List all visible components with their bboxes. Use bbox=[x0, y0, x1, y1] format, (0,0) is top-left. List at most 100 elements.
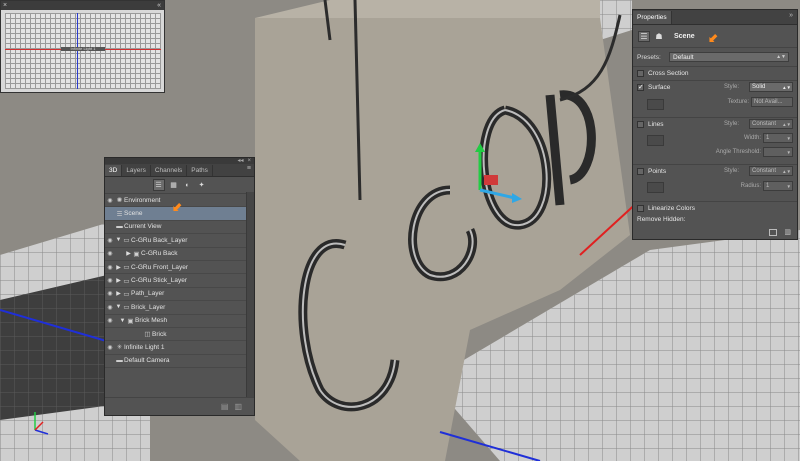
list-item[interactable]: ◉ ▶ ▭ C-GRu Front_Layer bbox=[105, 261, 254, 275]
points-checkbox[interactable] bbox=[637, 168, 644, 175]
list-item[interactable]: ◉ ▼ ▭ Brick_Layer bbox=[105, 301, 254, 315]
list-item[interactable]: ◉ ▼ ▭ C-GRu Back_Layer bbox=[105, 234, 254, 248]
tab-paths[interactable]: Paths bbox=[187, 165, 213, 176]
mesh-icon: ▣ bbox=[127, 317, 134, 325]
surface-color-swatch[interactable] bbox=[647, 99, 664, 110]
list-item[interactable]: ▬ Default Camera bbox=[105, 355, 254, 369]
collapse-triangle-icon[interactable]: ▶ bbox=[115, 264, 122, 271]
camera-icon: ▬ bbox=[116, 357, 123, 365]
presets-select[interactable]: Default ▲▼ bbox=[669, 52, 789, 62]
tab-layers[interactable]: Layers bbox=[122, 165, 151, 176]
visibility-eye-icon[interactable]: ◉ bbox=[105, 304, 115, 311]
visibility-eye-icon[interactable]: ◉ bbox=[105, 250, 115, 257]
collapse-triangle-icon[interactable]: ▶ bbox=[115, 277, 122, 284]
list-item[interactable]: ◉ ▶ ▭ Path_Layer bbox=[105, 288, 254, 302]
panel-tabs: 3D Layers Channels Paths ≡ bbox=[105, 164, 254, 177]
points-color-swatch[interactable] bbox=[647, 182, 664, 193]
3d-panel: ◂◂ × 3D Layers Channels Paths ≡ ☰ ▦ ◐ ✦ … bbox=[104, 157, 255, 416]
tab-3d[interactable]: 3D bbox=[105, 165, 123, 176]
navigator-panel[interactable]: × « Infinite Light 1 bbox=[0, 0, 165, 93]
visibility-eye-icon[interactable]: ◉ bbox=[105, 264, 115, 271]
radius-field[interactable]: 1 ▼ bbox=[763, 181, 793, 191]
chevron-down-icon: ▼ bbox=[786, 183, 791, 189]
mesh-filter-icon[interactable]: ▦ bbox=[169, 180, 179, 190]
environment-icon[interactable]: ☗ bbox=[654, 32, 664, 41]
light-filter-icon[interactable]: ✦ bbox=[197, 180, 207, 190]
lines-checkbox[interactable] bbox=[637, 121, 644, 128]
visibility-eye-icon[interactable]: ◉ bbox=[105, 197, 115, 204]
list-item[interactable]: ◉ ▼ ▣ Brick Mesh bbox=[105, 315, 254, 328]
linearize-checkbox[interactable] bbox=[637, 205, 644, 212]
add-icon[interactable]: ▤ bbox=[221, 402, 229, 411]
layer-label: C-GRu Back_Layer bbox=[131, 236, 188, 244]
collapse-triangle-icon[interactable]: ▶ bbox=[115, 290, 122, 297]
layer-label: Current View bbox=[124, 223, 162, 231]
scene-icon[interactable]: ☰ bbox=[638, 30, 650, 42]
scene-icon: ☰ bbox=[116, 210, 123, 218]
visibility-eye-icon[interactable]: ◉ bbox=[105, 290, 115, 297]
chevron-down-icon: ▼ bbox=[786, 135, 791, 141]
folder-icon: ▭ bbox=[123, 290, 130, 298]
delete-icon[interactable]: ▥ bbox=[234, 402, 242, 411]
close-icon[interactable]: × bbox=[1, 2, 7, 9]
render-icon[interactable] bbox=[769, 228, 778, 236]
width-field[interactable]: 1 ▼ bbox=[763, 133, 793, 143]
points-label: Points bbox=[648, 168, 667, 175]
presets-label: Presets: bbox=[637, 53, 661, 61]
visibility-eye-icon[interactable]: ◉ bbox=[105, 317, 115, 324]
lines-style-select[interactable]: Constant ▲▼ bbox=[749, 119, 793, 129]
lines-section: Lines Style: Constant ▲▼ Width: 1 ▼ Angle … bbox=[633, 118, 797, 165]
surface-section: ✓ Surface Style: Solid ▲▼ Texture: Not Av… bbox=[633, 81, 797, 118]
annotation-arrow-icon: ⬋ bbox=[708, 31, 719, 45]
cross-section-row: Cross Section bbox=[633, 67, 797, 81]
layer-list: ◉ ✺ Environment ☰ Scene ▬ Current View ◉… bbox=[105, 194, 254, 369]
list-item[interactable]: ◉ ▶ ▣ C-GRu Back bbox=[105, 248, 254, 261]
delete-icon[interactable]: ▥ bbox=[784, 228, 791, 236]
cross-section-checkbox[interactable] bbox=[637, 70, 644, 77]
visibility-eye-icon[interactable]: ◉ bbox=[105, 237, 115, 244]
collapse-triangle-icon[interactable]: ▶ bbox=[125, 250, 132, 257]
surface-style-select[interactable]: Solid ▲▼ bbox=[749, 82, 793, 92]
properties-tabs: Properties » bbox=[633, 10, 797, 25]
layer-label: C-GRu Front_Layer bbox=[131, 263, 189, 271]
tab-properties[interactable]: Properties bbox=[633, 11, 672, 24]
expand-icon[interactable]: » bbox=[789, 12, 793, 19]
folder-icon: ▭ bbox=[123, 264, 130, 272]
list-item[interactable]: ◉ ✳ Infinite Light 1 bbox=[105, 341, 254, 355]
lines-color-swatch[interactable] bbox=[647, 135, 664, 146]
angle-threshold-field[interactable]: ▼ bbox=[763, 147, 793, 157]
scene-filter-icon[interactable]: ☰ bbox=[152, 179, 165, 191]
expand-triangle-icon[interactable]: ▼ bbox=[119, 318, 126, 324]
folder-icon: ▭ bbox=[123, 304, 130, 312]
mesh-icon: ▣ bbox=[133, 250, 140, 258]
presets-row: Presets: Default ▲▼ bbox=[633, 48, 797, 67]
expand-triangle-icon[interactable]: ▼ bbox=[115, 304, 122, 310]
visibility-eye-icon[interactable]: ◉ bbox=[105, 277, 115, 284]
list-item[interactable]: ▬ Current View bbox=[105, 221, 254, 235]
layer-label: Scene bbox=[124, 210, 143, 218]
navigator-grid bbox=[5, 13, 161, 89]
points-style-select[interactable]: Constant ▲▼ bbox=[749, 166, 793, 176]
list-item[interactable]: ◉ ▶ ▭ C-GRu Stick_Layer bbox=[105, 274, 254, 288]
radius-label: Radius: bbox=[740, 183, 761, 189]
collapse-icon[interactable]: « bbox=[155, 2, 164, 9]
expand-triangle-icon[interactable]: ▼ bbox=[115, 237, 122, 243]
scrollbar[interactable] bbox=[246, 192, 254, 397]
list-item[interactable]: ◫ Brick bbox=[105, 328, 254, 342]
tab-channels[interactable]: Channels bbox=[151, 165, 188, 176]
panel-menu-icon[interactable]: ≡ bbox=[247, 165, 251, 172]
filter-bar: ☰ ▦ ◐ ✦ bbox=[105, 177, 254, 194]
visibility-eye-icon[interactable]: ◉ bbox=[105, 344, 115, 351]
surface-style-label: Style: bbox=[723, 84, 739, 90]
material-filter-icon[interactable]: ◐ bbox=[183, 180, 193, 190]
remove-hidden-label: Remove Hidden: bbox=[637, 216, 686, 223]
navigator-titlebar: × « bbox=[1, 1, 164, 10]
points-section: Points Style: Constant ▲▼ Radius: 1 ▼ bbox=[633, 165, 797, 202]
chevron-down-icon: ▲▼ bbox=[776, 54, 786, 60]
texture-select[interactable]: Not Avail... bbox=[751, 97, 793, 107]
cross-section-label: Cross Section bbox=[648, 70, 689, 77]
surface-checkbox[interactable]: ✓ bbox=[637, 84, 644, 91]
y-axis-line bbox=[77, 13, 78, 89]
annotation-arrow-icon: ⬋ bbox=[172, 200, 183, 214]
width-label: Width: bbox=[743, 135, 761, 141]
